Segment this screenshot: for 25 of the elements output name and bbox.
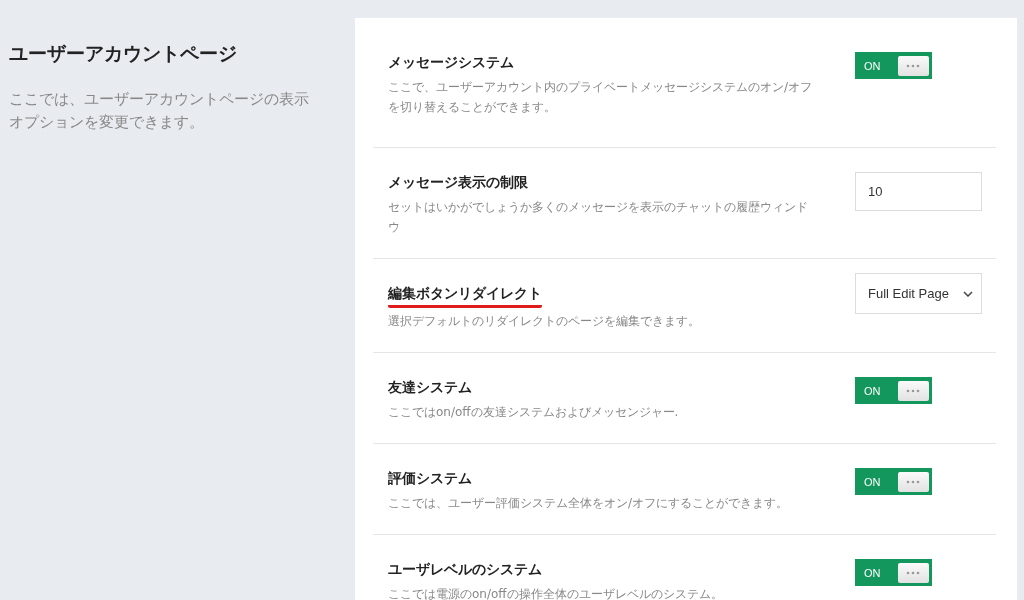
setting-description: ここで、ユーザーアカウント内のプライベートメッセージシステムのオン/オフを切り替えることができます。 [388,79,813,116]
setting-title: メッセージ表示の制限 [388,173,528,192]
setting-title: メッセージシステム [388,53,514,72]
number-input[interactable]: 10 [855,172,982,211]
grip-dots-icon [906,63,921,68]
setting-description: ここでは電源のon/offの操作全体のユーザレベルのシステム。 [388,586,724,600]
setting-description: セットはいかがでしょうか多くのメッセージを表示のチャットの履歴ウィンドウ [388,199,809,236]
setting-title: 友達システム [388,378,472,397]
grip-dots-icon [906,479,921,484]
setting-title: 評価システム [388,469,472,488]
toggle-switch[interactable]: ON [855,377,932,404]
setting-description: ここではon/offの友達システムおよびメッセンジャー. [388,404,680,421]
grip-dots-icon [906,570,921,575]
section-description: ここでは、ユーザーアカウントページの表示オプションを変更できます。 [9,90,310,132]
setting-description: 選択デフォルトのリダイレクトのページを編集できます。 [388,313,701,330]
toggle-switch[interactable]: ON [855,468,932,495]
setting-title: 編集ボタンリダイレクト [388,283,542,308]
toggle-switch[interactable]: ON [855,52,932,79]
chevron-down-icon [963,290,973,297]
setting-description: ここでは、ユーザー評価システム全体をオン/オフにすることができます。 [388,495,790,512]
section-title: ユーザーアカウントページ [9,41,238,66]
setting-title: ユーザレベルのシステム [388,560,542,579]
select-dropdown[interactable]: Full Edit Page [855,273,982,314]
grip-dots-icon [906,388,921,393]
toggle-switch[interactable]: ON [855,559,932,586]
